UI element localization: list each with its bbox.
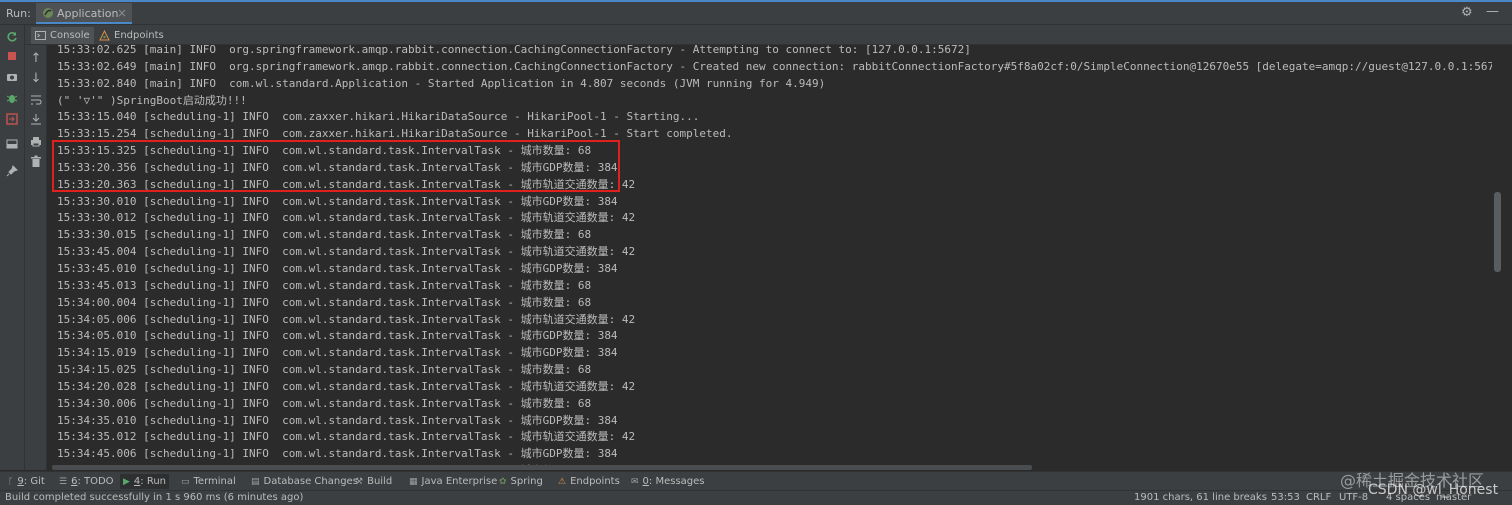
run-toolwindow-header: Run: Application × ⚙ —: [0, 0, 1512, 25]
console-line: 15:34:35.010 [scheduling-1] INFO com.wl.…: [57, 413, 618, 427]
debug-icon[interactable]: [3, 89, 21, 107]
tool-endpoints-label: Endpoints: [570, 476, 620, 487]
tool-todo-label: : TODO: [77, 476, 114, 487]
hide-icon[interactable]: —: [1486, 4, 1499, 19]
console-line: 15:34:15.025 [scheduling-1] INFO com.wl.…: [57, 363, 592, 377]
console-line: 15:33:45.010 [scheduling-1] INFO com.wl.…: [57, 261, 618, 275]
tool-terminal[interactable]: ▭ Terminal: [178, 474, 239, 489]
console-line: 15:33:30.012 [scheduling-1] INFO com.wl.…: [57, 211, 636, 225]
build-icon: ⚒: [355, 476, 364, 487]
tab-console-label: Console: [50, 30, 90, 41]
pin-icon[interactable]: [3, 162, 21, 180]
exit-icon[interactable]: [3, 110, 21, 128]
tool-java-enterprise-label: Java Enterprise: [421, 476, 498, 487]
console-line: 15:34:05.006 [scheduling-1] INFO com.wl.…: [57, 312, 636, 326]
console-line: 15:34:35.012 [scheduling-1] INFO com.wl.…: [57, 430, 636, 444]
tool-todo[interactable]: ☰ 6: TODO: [56, 474, 117, 489]
tool-run[interactable]: ▶ 4: Run: [120, 474, 170, 489]
console-line: 15:33:30.010 [scheduling-1] INFO com.wl.…: [57, 194, 618, 208]
tool-git[interactable]: ᚴ 9: Git: [5, 474, 48, 489]
endpoints-icon: ⚠: [558, 476, 567, 487]
tool-database-changes-label: Database Changes: [263, 476, 358, 487]
console-line: 15:33:02.649 [main] INFO org.springframe…: [57, 59, 1492, 73]
highlight-box: [52, 140, 620, 192]
tab-application[interactable]: Application ×: [36, 3, 132, 24]
tool-terminal-label: Terminal: [193, 476, 236, 487]
console-line: 15:33:02.840 [main] INFO com.wl.standard…: [57, 76, 826, 90]
rerun-icon[interactable]: [3, 28, 21, 46]
tool-run-label: : Run: [140, 476, 167, 487]
status-bar: Build completed successfully in 1 s 960 …: [0, 490, 1512, 505]
console-line: 15:34:45.006 [scheduling-1] INFO com.wl.…: [57, 447, 618, 461]
endpoints-icon: [99, 30, 110, 41]
run-actions-toolbar: [0, 25, 25, 470]
print-icon[interactable]: [27, 132, 45, 150]
console-output[interactable]: 15:33:02.625 [main] INFO org.springframe…: [47, 45, 1492, 465]
console-line: 15:33:45.013 [scheduling-1] INFO com.wl.…: [57, 278, 592, 292]
close-icon[interactable]: ×: [117, 6, 127, 20]
console-line: 15:34:05.010 [scheduling-1] INFO com.wl.…: [57, 329, 618, 343]
console-line: 15:33:30.015 [scheduling-1] INFO com.wl.…: [57, 228, 592, 242]
tool-build[interactable]: ⚒ Build: [352, 474, 395, 489]
vertical-scroll-thumb[interactable]: [1494, 192, 1501, 272]
tool-build-label: Build: [367, 476, 393, 487]
spring-icon: ✿: [499, 476, 507, 487]
tool-database-changes[interactable]: ▤ Database Changes: [248, 474, 361, 489]
messages-icon: ✉: [631, 476, 639, 487]
console-icon: [35, 31, 46, 40]
run-label: Run:: [6, 7, 31, 20]
console-line: 15:34:15.019 [scheduling-1] INFO com.wl.…: [57, 346, 618, 360]
todo-icon: ☰: [59, 476, 68, 487]
scroll-to-end-icon[interactable]: [27, 110, 45, 128]
tab-application-label: Application: [57, 7, 119, 20]
git-branch-icon: ᚴ: [8, 476, 14, 487]
status-chars: 1901 chars, 61 line breaks: [1134, 492, 1267, 503]
tool-messages[interactable]: ✉ 0: Messages: [628, 474, 708, 489]
status-encoding[interactable]: UTF-8: [1339, 492, 1368, 503]
console-line: 15:34:20.028 [scheduling-1] INFO com.wl.…: [57, 379, 636, 393]
tool-spring[interactable]: ✿ Spring: [496, 474, 546, 489]
layout-icon[interactable]: [3, 135, 21, 153]
tab-console[interactable]: Console: [31, 27, 94, 44]
console-log: 15:33:02.625 [main] INFO org.springframe…: [57, 45, 1492, 465]
trash-icon[interactable]: [27, 152, 45, 170]
console-line: 15:34:30.006 [scheduling-1] INFO com.wl.…: [57, 396, 592, 410]
gear-icon[interactable]: ⚙: [1461, 5, 1473, 20]
soft-wrap-icon[interactable]: [27, 91, 45, 109]
java-enterprise-icon: ▦: [409, 476, 418, 487]
console-actions-toolbar: ↑ ↓: [25, 45, 47, 470]
tool-messages-label: : Messages: [648, 476, 705, 487]
horizontal-scrollbar[interactable]: [52, 465, 1032, 470]
status-message[interactable]: Build completed successfully in 1 s 960 …: [5, 492, 303, 503]
tool-window-bar: ᚴ 9: Git ☰ 6: TODO ▶ 4: Run ▭ Terminal ▤…: [0, 471, 1512, 490]
tab-endpoints-label: Endpoints: [114, 30, 164, 41]
camera-icon[interactable]: [3, 68, 21, 86]
console-line: (" '▽'" )SpringBoot启动成功!!!: [57, 93, 247, 107]
tab-endpoints[interactable]: Endpoints: [95, 27, 168, 44]
watermark-csdn: CSDN @wl_Honest: [1368, 482, 1499, 498]
status-position[interactable]: 53:53: [1271, 492, 1300, 503]
down-arrow-icon[interactable]: ↓: [27, 69, 45, 87]
spring-app-icon: [43, 8, 53, 18]
terminal-icon: ▭: [181, 476, 190, 487]
run-subtabs: Console Endpoints: [25, 25, 1512, 45]
status-line-separator[interactable]: CRLF: [1306, 492, 1331, 503]
run-icon: ▶: [123, 476, 130, 487]
tool-spring-label: Spring: [510, 476, 543, 487]
console-line: 15:34:00.004 [scheduling-1] INFO com.wl.…: [57, 295, 592, 309]
console-line: 15:33:02.625 [main] INFO org.springframe…: [57, 45, 971, 56]
database-icon: ▤: [251, 476, 260, 487]
console-line: 15:33:45.004 [scheduling-1] INFO com.wl.…: [57, 245, 636, 259]
up-arrow-icon[interactable]: ↑: [27, 49, 45, 67]
stop-icon[interactable]: [3, 47, 21, 65]
tool-endpoints[interactable]: ⚠ Endpoints: [555, 474, 623, 489]
accent-line: [0, 0, 1512, 2]
tool-java-enterprise[interactable]: ▦ Java Enterprise: [406, 474, 500, 489]
console-line: 15:33:15.040 [scheduling-1] INFO com.zax…: [57, 110, 700, 124]
tool-git-label: : Git: [23, 476, 45, 487]
